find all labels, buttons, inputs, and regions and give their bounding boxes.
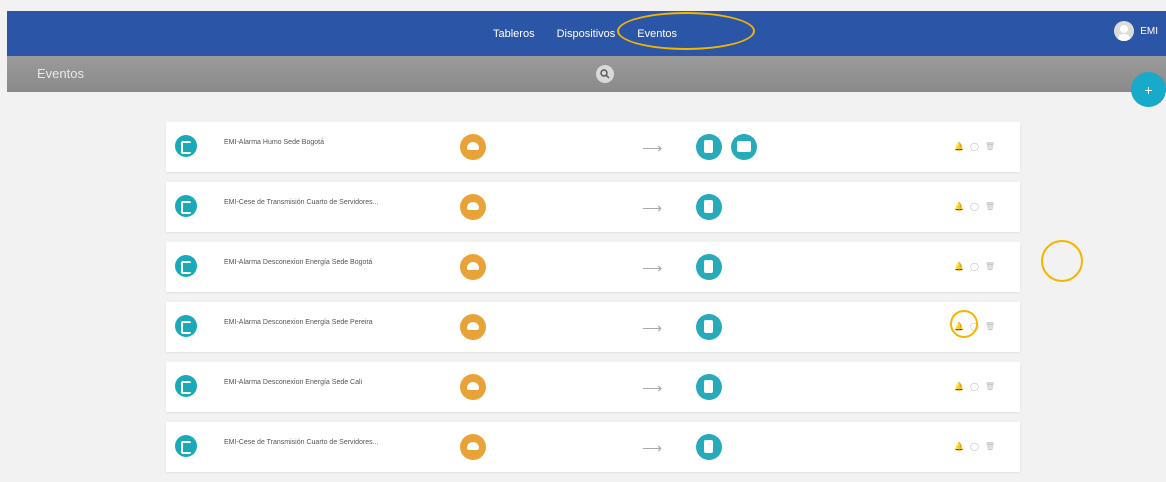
arrow-right-icon: ⟶ [642, 200, 663, 216]
nav-dispositivos[interactable]: Dispositivos [557, 28, 616, 40]
clock-icon[interactable]: ◯ [970, 322, 979, 331]
events-list: EMI-Alarma Humo Sede Bogotá ⟶ 🔔 ◯ 🗑 EMI-… [166, 122, 1020, 482]
trash-icon[interactable]: 🗑 [985, 382, 995, 391]
calendar-icon [175, 435, 197, 457]
search-icon [600, 69, 610, 79]
event-name: EMI-Alarma Desconexion Energía Sede Bogo… [224, 259, 373, 266]
event-row[interactable]: EMI-Cese de Transmisión Cuarto de Servid… [166, 182, 1020, 232]
email-action-icon [696, 194, 722, 220]
trigger-cloud-icon [460, 314, 486, 340]
email-action-icon [696, 374, 722, 400]
event-name: EMI-Alarma Desconexion Energía Sede Pere… [224, 319, 373, 326]
bell-icon[interactable]: 🔔 [954, 142, 964, 151]
trash-icon[interactable]: 🗑 [985, 262, 995, 271]
bell-icon[interactable]: 🔔 [954, 442, 964, 451]
bell-icon[interactable]: 🔔 [954, 202, 964, 211]
trash-icon[interactable]: 🗑 [985, 142, 995, 151]
user-menu[interactable]: EMI [1114, 21, 1158, 41]
event-name: EMI-Alarma Desconexion Energía Sede Cali [224, 379, 363, 386]
trigger-cloud-icon [460, 254, 486, 280]
trigger-cloud-icon [460, 134, 486, 160]
arrow-right-icon: ⟶ [642, 380, 663, 396]
event-row[interactable]: EMI-Alarma Desconexion Energía Sede Bogo… [166, 242, 1020, 292]
email-action-icon [696, 434, 722, 460]
event-row[interactable]: EMI-Alarma Desconexion Energía Sede Pere… [166, 302, 1020, 352]
trash-icon[interactable]: 🗑 [985, 442, 995, 451]
row-tools: 🔔 ◯ 🗑 [954, 262, 995, 271]
bell-icon[interactable]: 🔔 [954, 262, 964, 271]
row-tools: 🔔 ◯ 🗑 [954, 202, 995, 211]
search-button[interactable] [596, 65, 614, 83]
event-row[interactable]: EMI-Alarma Desconexion Energía Sede Cali… [166, 362, 1020, 412]
arrow-right-icon: ⟶ [642, 260, 663, 276]
row-tools: 🔔 ◯ 🗑 [954, 322, 995, 331]
event-name: EMI-Cese de Transmisión Cuarto de Servid… [224, 439, 379, 446]
plus-icon: + [1144, 81, 1153, 98]
event-row[interactable]: EMI-Alarma Humo Sede Bogotá ⟶ 🔔 ◯ 🗑 [166, 122, 1020, 172]
arrow-right-icon: ⟶ [642, 320, 663, 336]
sms-action-icon [731, 134, 757, 160]
trash-icon[interactable]: 🗑 [985, 202, 995, 211]
trigger-cloud-icon [460, 434, 486, 460]
event-row[interactable]: EMI-Cese de Transmisión Cuarto de Servid… [166, 422, 1020, 472]
calendar-icon [175, 195, 197, 217]
user-name: EMI [1140, 25, 1158, 37]
event-name: EMI-Alarma Humo Sede Bogotá [224, 139, 324, 146]
bell-icon[interactable]: 🔔 [954, 382, 964, 391]
nav-menu: Tableros Dispositivos Eventos [493, 11, 699, 56]
row-tools: 🔔 ◯ 🗑 [954, 142, 995, 151]
bell-icon[interactable]: 🔔 [954, 322, 964, 331]
email-action-icon [696, 254, 722, 280]
highlight-empty-area [1041, 240, 1083, 282]
trigger-cloud-icon [460, 194, 486, 220]
row-tools: 🔔 ◯ 🗑 [954, 442, 995, 451]
add-event-button[interactable]: + [1131, 72, 1166, 107]
row-tools: 🔔 ◯ 🗑 [954, 382, 995, 391]
email-action-icon [696, 314, 722, 340]
page-header: Eventos [7, 56, 1166, 92]
arrow-right-icon: ⟶ [642, 140, 663, 156]
clock-icon[interactable]: ◯ [970, 442, 979, 451]
avatar-icon [1114, 21, 1135, 41]
calendar-icon [175, 255, 197, 277]
calendar-icon [175, 375, 197, 397]
email-action-icon [696, 134, 722, 160]
clock-icon[interactable]: ◯ [970, 142, 979, 151]
page-title: Eventos [37, 66, 84, 81]
nav-eventos[interactable]: Eventos [637, 28, 677, 40]
calendar-icon [175, 135, 197, 157]
clock-icon[interactable]: ◯ [970, 262, 979, 271]
trash-icon[interactable]: 🗑 [985, 322, 995, 331]
nav-tableros[interactable]: Tableros [493, 28, 535, 40]
clock-icon[interactable]: ◯ [970, 202, 979, 211]
top-navigation-bar: Tableros Dispositivos Eventos EMI [7, 11, 1166, 56]
arrow-right-icon: ⟶ [642, 440, 663, 456]
calendar-icon [175, 315, 197, 337]
event-name: EMI-Cese de Transmisión Cuarto de Servid… [224, 199, 379, 206]
clock-icon[interactable]: ◯ [970, 382, 979, 391]
trigger-cloud-icon [460, 374, 486, 400]
